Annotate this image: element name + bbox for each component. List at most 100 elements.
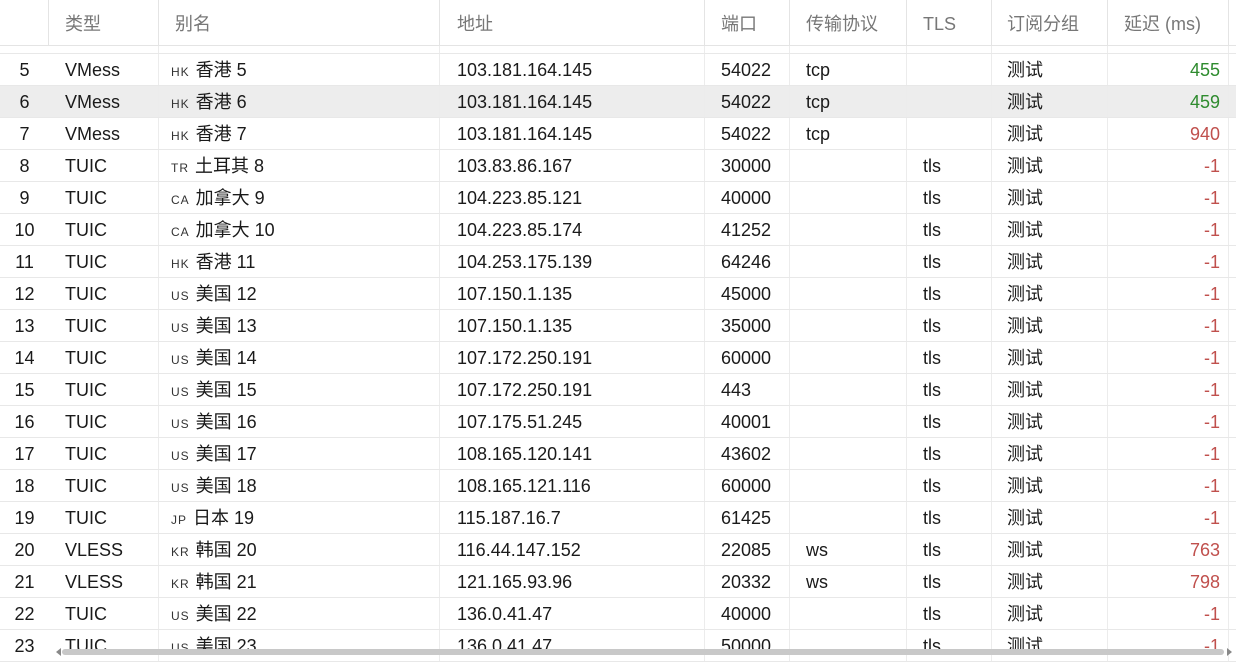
table-row[interactable]: 19 TUIC JP 日本 19 115.187.16.7 61425 tls 测试 -1 — [0, 502, 1236, 534]
address-cell: 108.165.120.141 — [440, 438, 705, 469]
type-cell: TUIC — [49, 342, 159, 373]
column-header-alias[interactable]: 别名 — [159, 0, 440, 45]
alias-text: 加拿大 10 — [195, 220, 275, 240]
address-cell: 116.44.147.152 — [440, 534, 705, 565]
country-flag-code: US — [171, 609, 190, 623]
table-row[interactable]: 18 TUIC US 美国 18 108.165.121.116 60000 tls 测试 -1 — [0, 470, 1236, 502]
network-cell — [790, 374, 907, 405]
alias-text: 美国 15 — [195, 380, 257, 400]
type-cell: TUIC — [49, 438, 159, 469]
table-row[interactable]: 13 TUIC US 美国 13 107.150.1.135 35000 tls 测试 -1 — [0, 310, 1236, 342]
row-index: 21 — [14, 572, 35, 592]
address-cell: 121.165.93.96 — [440, 566, 705, 597]
column-header-type[interactable]: 类型 — [49, 0, 159, 45]
row-index: 14 — [14, 348, 35, 368]
row-index: 18 — [14, 476, 35, 496]
row-number-header — [0, 0, 49, 45]
alias-text: 加拿大 9 — [195, 188, 265, 208]
type-cell: VMess — [49, 118, 159, 149]
row-index: 12 — [14, 284, 35, 304]
group-cell: 测试 — [992, 406, 1108, 437]
table-row[interactable]: 7 VMess HK 香港 7 103.181.164.145 54022 tcp 测试 940 — [0, 118, 1236, 150]
row-index: 5 — [19, 60, 30, 80]
network-cell: ws — [790, 566, 907, 597]
table-row[interactable]: 12 TUIC US 美国 12 107.150.1.135 45000 tls 测试 -1 — [0, 278, 1236, 310]
alias-cell: US 美国 16 — [159, 406, 440, 437]
tls-cell: tls — [907, 342, 992, 373]
table-row[interactable]: 23 TUIC US 美国 23 136.0.41.47 50000 tls 测试 -1 — [0, 630, 1236, 662]
alias-cell: CA 加拿大 9 — [159, 182, 440, 213]
type-cell: TUIC — [49, 246, 159, 277]
table-row[interactable]: 20 VLESS KR 韩国 20 116.44.147.152 22085 ws tls 测试… — [0, 534, 1236, 566]
column-header-address[interactable]: 地址 — [440, 0, 705, 45]
row-index: 10 — [14, 220, 35, 240]
group-cell: 测试 — [992, 54, 1108, 85]
port-cell: 61425 — [705, 502, 790, 533]
table-row[interactable]: 14 TUIC US 美国 14 107.172.250.191 60000 tls 测试 -1 — [0, 342, 1236, 374]
alias-cell: US 美国 17 — [159, 438, 440, 469]
table-row[interactable]: 16 TUIC US 美国 16 107.175.51.245 40001 tls 测试 -1 — [0, 406, 1236, 438]
column-header-latency[interactable]: 延迟 (ms) — [1108, 0, 1229, 45]
column-header-port[interactable]: 端口 — [705, 0, 790, 45]
address-cell: 103.181.164.145 — [440, 86, 705, 117]
type-cell: TUIC — [49, 182, 159, 213]
address-cell: 108.165.121.116 — [440, 470, 705, 501]
table-row[interactable]: 8 TUIC TR 土耳其 8 103.83.86.167 30000 tls 测试 -1 — [0, 150, 1236, 182]
table-row[interactable]: 21 VLESS KR 韩国 21 121.165.93.96 20332 ws tls 测试 7… — [0, 566, 1236, 598]
network-cell — [790, 630, 907, 661]
country-flag-code: HK — [171, 129, 190, 143]
tls-cell: tls — [907, 406, 992, 437]
table-row[interactable]: 15 TUIC US 美国 15 107.172.250.191 443 tls 测试 -1 — [0, 374, 1236, 406]
column-header-network[interactable]: 传输协议 — [790, 0, 907, 45]
server-list-grid[interactable]: 45VMessHK香港 5103.181.164.14554022tcp测试45… — [0, 0, 1236, 662]
table-row[interactable]: 6 VMess HK 香港 6 103.181.164.145 54022 tcp 测试 459 — [0, 86, 1236, 118]
type-cell: TUIC — [49, 278, 159, 309]
tls-cell — [907, 54, 992, 85]
network-cell: tcp — [790, 54, 907, 85]
country-flag-code: US — [171, 481, 190, 495]
tls-cell: tls — [907, 310, 992, 341]
network-cell — [790, 278, 907, 309]
country-flag-code: US — [171, 385, 190, 399]
type-cell: VLESS — [49, 566, 159, 597]
alias-cell: HK 香港 7 — [159, 118, 440, 149]
row-index: 15 — [14, 380, 35, 400]
tls-cell: tls — [907, 502, 992, 533]
table-row[interactable]: 11 TUIC HK 香港 11 104.253.175.139 64246 tls 测试 -1 — [0, 246, 1236, 278]
alias-cell: US 美国 23 — [159, 630, 440, 661]
table-row[interactable]: 17 TUIC US 美国 17 108.165.120.141 43602 tls 测试 -1 — [0, 438, 1236, 470]
table-row[interactable]: 22 TUIC US 美国 22 136.0.41.47 40000 tls 测试 -1 — [0, 598, 1236, 630]
column-header-group[interactable]: 订阅分组 — [992, 0, 1108, 45]
alias-text: 香港 11 — [195, 252, 256, 272]
type-cell: TUIC — [49, 630, 159, 661]
latency-cell: -1 — [1108, 374, 1229, 405]
row-index: 22 — [14, 604, 35, 624]
latency-cell: -1 — [1108, 246, 1229, 277]
address-cell: 107.172.250.191 — [440, 342, 705, 373]
network-cell — [790, 246, 907, 277]
alias-cell: US 美国 15 — [159, 374, 440, 405]
country-flag-code: KR — [171, 577, 190, 591]
row-index: 6 — [19, 92, 30, 112]
row-index: 19 — [14, 508, 35, 528]
tls-cell: tls — [907, 214, 992, 245]
tls-cell: tls — [907, 470, 992, 501]
alias-text: 香港 6 — [195, 92, 247, 112]
type-cell: VLESS — [49, 534, 159, 565]
horizontal-scrollbar-thumb[interactable] — [62, 649, 1224, 655]
row-index: 17 — [14, 444, 35, 464]
table-row[interactable]: 10 TUIC CA 加拿大 10 104.223.85.174 41252 tls 测试 -1 — [0, 214, 1236, 246]
server-rows: 45VMessHK香港 5103.181.164.14554022tcp测试45… — [0, 22, 1236, 662]
latency-cell: -1 — [1108, 598, 1229, 629]
address-cell: 107.175.51.245 — [440, 406, 705, 437]
column-header-tls[interactable]: TLS — [907, 0, 992, 45]
alias-cell: US 美国 12 — [159, 278, 440, 309]
tls-cell: tls — [907, 438, 992, 469]
table-row[interactable]: 9 TUIC CA 加拿大 9 104.223.85.121 40000 tls 测试 -1 — [0, 182, 1236, 214]
port-cell: 22085 — [705, 534, 790, 565]
alias-cell: CA 加拿大 10 — [159, 214, 440, 245]
group-cell: 测试 — [992, 182, 1108, 213]
latency-cell: 455 — [1108, 54, 1229, 85]
table-row[interactable]: 5 VMess HK 香港 5 103.181.164.145 54022 tcp 测试 455 — [0, 54, 1236, 86]
port-cell: 40000 — [705, 598, 790, 629]
